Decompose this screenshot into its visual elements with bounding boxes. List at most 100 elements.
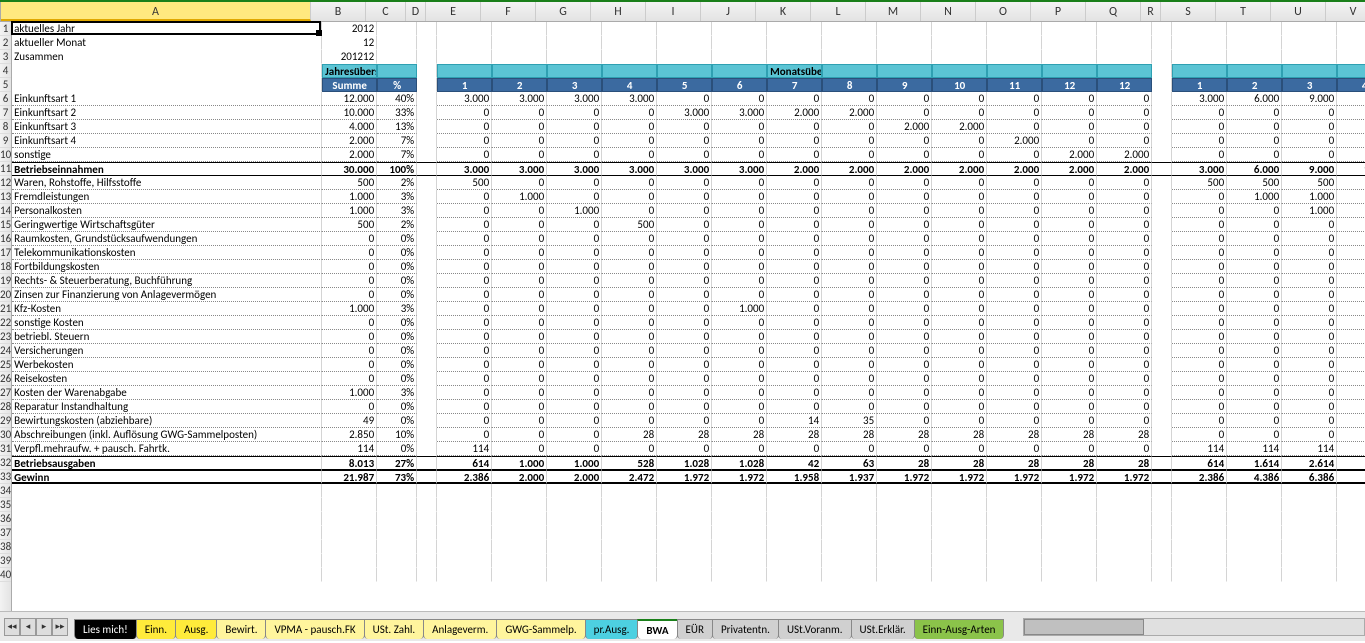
cell-pct[interactable]: 0% [377, 372, 417, 386]
cell-month[interactable]: 0 [767, 260, 822, 274]
cell-month[interactable]: 0 [932, 344, 987, 358]
cell-right[interactable]: 0 [1282, 400, 1337, 414]
cell[interactable] [987, 50, 1042, 64]
cell-month[interactable]: 0 [1097, 134, 1152, 148]
cell-right[interactable]: 500 [1227, 176, 1282, 190]
cell-pct[interactable]: 40% [377, 92, 417, 106]
cell-month[interactable]: 28 [712, 428, 767, 442]
cell-month[interactable]: 0 [712, 92, 767, 106]
cell[interactable] [1152, 92, 1172, 106]
cell-month[interactable]: 0 [492, 414, 547, 428]
cell-pct[interactable]: 100% [377, 162, 417, 176]
cell-month[interactable]: 0 [877, 330, 932, 344]
cell[interactable] [377, 22, 417, 36]
cell-right[interactable]: 2.614 [1282, 456, 1337, 470]
row-header[interactable]: 18 [0, 260, 11, 274]
cell-month[interactable]: 0 [1097, 414, 1152, 428]
cell-month[interactable]: 0 [987, 176, 1042, 190]
cell-month[interactable]: 28 [602, 428, 657, 442]
cell[interactable] [547, 554, 602, 568]
cell[interactable] [822, 22, 877, 36]
cell-right[interactable]: 3.000 [1172, 92, 1227, 106]
cell-month[interactable]: 0 [602, 190, 657, 204]
cell-month[interactable]: 14 [767, 414, 822, 428]
row-header[interactable]: 12 [0, 176, 11, 190]
row-header[interactable]: 34 [0, 484, 11, 498]
cell-month[interactable]: 3.000 [492, 162, 547, 176]
cell-month[interactable]: 0 [602, 372, 657, 386]
cell-month[interactable]: 0 [437, 120, 492, 134]
cell[interactable] [1042, 540, 1097, 554]
cell[interactable] [1337, 22, 1365, 36]
cell[interactable] [1152, 568, 1172, 582]
cell-month[interactable]: 0 [822, 260, 877, 274]
cell[interactable] [1152, 134, 1172, 148]
cell-month[interactable]: 28 [1042, 456, 1097, 470]
cell[interactable] [1097, 36, 1152, 50]
cell-right[interactable]: 0 [1227, 344, 1282, 358]
cell[interactable] [712, 484, 767, 498]
cell-month[interactable]: 1.972 [1042, 470, 1097, 484]
cell-month[interactable]: 0 [877, 176, 932, 190]
cell[interactable] [1282, 512, 1337, 526]
cell-right[interactable]: 0 [1282, 372, 1337, 386]
cell-right[interactable]: 8.85 [1337, 470, 1365, 484]
cell-month[interactable]: 0 [547, 176, 602, 190]
cell-month[interactable]: 0 [1042, 442, 1097, 456]
cell[interactable] [1227, 64, 1282, 78]
col-header-P[interactable]: P [1031, 2, 1086, 21]
col-header-H[interactable]: H [591, 2, 646, 21]
sheet-tab[interactable]: USt.Erklär. [851, 619, 915, 639]
cell-month[interactable]: 0 [712, 442, 767, 456]
cell-month[interactable]: 0 [767, 204, 822, 218]
cell-month[interactable]: 0 [657, 134, 712, 148]
cell-month[interactable]: 28 [1042, 428, 1097, 442]
cell-month[interactable]: 0 [547, 302, 602, 316]
cell-month[interactable]: 0 [987, 260, 1042, 274]
cell-month[interactable]: 0 [492, 358, 547, 372]
cell-month[interactable]: 0 [767, 190, 822, 204]
cell-pct[interactable]: 0% [377, 358, 417, 372]
col-header-O[interactable]: O [976, 2, 1031, 21]
cell[interactable] [417, 288, 437, 302]
cell-right[interactable]: 12.00 [1337, 162, 1365, 176]
cell[interactable] [1152, 344, 1172, 358]
cell-month[interactable]: 0 [822, 442, 877, 456]
row-label[interactable]: Reisekosten [12, 372, 322, 386]
cell[interactable] [377, 50, 417, 64]
cell[interactable] [377, 512, 417, 526]
cell-month[interactable]: 0 [877, 148, 932, 162]
row-label[interactable]: Versicherungen [12, 344, 322, 358]
cell-right[interactable]: 0 [1172, 302, 1227, 316]
cell[interactable] [657, 484, 712, 498]
col-header-A[interactable]: A [1, 2, 311, 21]
cell-right[interactable]: 0 [1172, 330, 1227, 344]
cell-month[interactable]: 0 [547, 274, 602, 288]
cell[interactable] [1097, 554, 1152, 568]
row-label[interactable]: Rechts- & Steuerberatung, Buchführung [12, 274, 322, 288]
cell-right[interactable]: 0 [1172, 428, 1227, 442]
row-header[interactable]: 5 [0, 78, 11, 92]
cell-month[interactable]: 0 [877, 386, 932, 400]
cell-month[interactable]: 1.972 [932, 470, 987, 484]
cell[interactable] [1042, 512, 1097, 526]
cell-month[interactable]: 3.000 [602, 92, 657, 106]
cell[interactable] [767, 498, 822, 512]
cell-pct[interactable]: 27% [377, 456, 417, 470]
cell-month[interactable]: 0 [602, 414, 657, 428]
meta-label[interactable]: aktuelles Jahr [12, 22, 322, 36]
cell-pct[interactable]: 2% [377, 176, 417, 190]
cell[interactable] [822, 540, 877, 554]
cell-month[interactable]: 0 [437, 288, 492, 302]
cell-month[interactable]: 500 [602, 218, 657, 232]
cell[interactable] [1172, 36, 1227, 50]
cell-month[interactable]: 0 [822, 386, 877, 400]
cell-right[interactable]: 0 [1282, 260, 1337, 274]
cell-month[interactable]: 0 [1097, 106, 1152, 120]
cell-month[interactable]: 0 [712, 400, 767, 414]
cell[interactable] [877, 484, 932, 498]
row-header[interactable]: 31 [0, 442, 11, 456]
cell-month[interactable]: 28 [822, 428, 877, 442]
cell-pct[interactable]: 0% [377, 344, 417, 358]
cell-month[interactable]: 1.000 [712, 302, 767, 316]
